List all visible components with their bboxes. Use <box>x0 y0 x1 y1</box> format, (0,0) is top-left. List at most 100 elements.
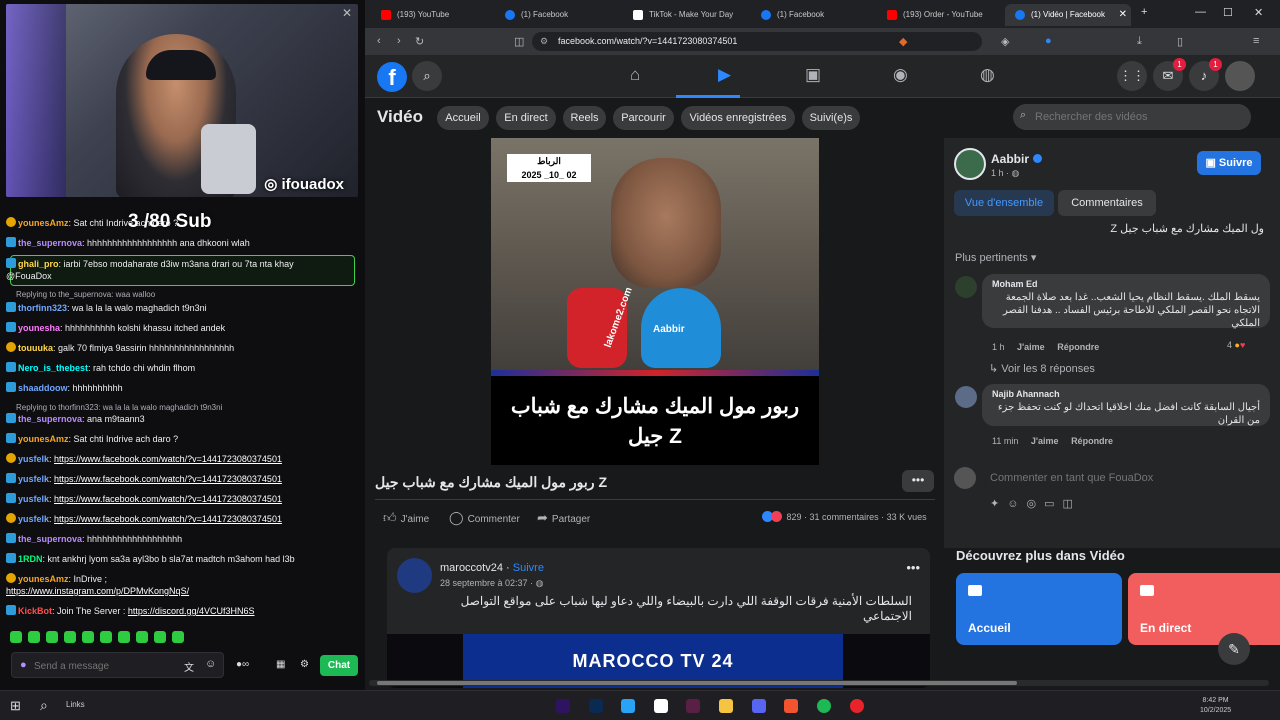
maximize-icon[interactable]: ☐ <box>1223 6 1233 19</box>
chat-username[interactable]: the_supernova <box>18 534 82 544</box>
chat-username[interactable]: younesAmz <box>18 218 69 228</box>
tab-comments[interactable]: Commentaires <box>1058 190 1156 216</box>
menu-icon[interactable]: ≡ <box>1253 35 1259 47</box>
pill-reels[interactable]: Reels <box>563 106 606 130</box>
emote-icon[interactable] <box>28 631 40 643</box>
sticker-icon[interactable]: ◫ <box>1062 498 1080 510</box>
sort-comments-dropdown[interactable]: Plus pertinents ▾ <box>955 251 1036 264</box>
minimize-icon[interactable]: — <box>1195 6 1206 18</box>
reactions-icon[interactable] <box>762 511 784 522</box>
points-icon[interactable]: ●∞ <box>236 659 249 670</box>
tab-facebook-2[interactable]: (1) Facebook <box>751 4 875 26</box>
tab-youtube[interactable]: (193) YouTube <box>371 4 491 26</box>
chat-link[interactable]: https://www.instagram.com/p/DPMvKongNqS/ <box>6 586 189 596</box>
chat-username[interactable]: yusfelk <box>18 494 49 504</box>
chat-username[interactable]: KickBot <box>18 606 52 616</box>
video-icon[interactable]: ▶ <box>718 65 731 85</box>
menu-grid-icon[interactable]: ⋮⋮ <box>1117 61 1147 91</box>
share-button[interactable]: ➦ Partager <box>537 510 590 526</box>
windows-start-icon[interactable]: ⊞ <box>10 698 21 714</box>
store-icon[interactable]: ▦ <box>276 659 285 670</box>
chat-username[interactable]: younesAmz <box>18 574 69 584</box>
comment-tools[interactable]: ✦☺◎▭◫ <box>990 497 1081 510</box>
pill-accueil[interactable]: Accueil <box>437 106 489 130</box>
like-button[interactable]: 👍︎ J'aime <box>383 510 429 526</box>
forward-icon[interactable]: › <box>397 35 401 47</box>
discord-icon[interactable] <box>752 699 766 713</box>
emoji-icon[interactable]: ☺ <box>205 658 216 670</box>
emote-icon[interactable] <box>64 631 76 643</box>
back-icon[interactable]: ‹ <box>377 35 381 47</box>
folder-icon[interactable] <box>719 699 733 713</box>
post-time[interactable]: 1 h · ◍ <box>991 168 1019 179</box>
emote-icon[interactable] <box>118 631 130 643</box>
post-date[interactable]: 28 septembre à 02:37 · ◍ <box>440 578 543 589</box>
chat-input[interactable] <box>34 657 184 675</box>
tab-youtube-order[interactable]: (193) Order - YouTube <box>877 4 1001 26</box>
video-search-input[interactable] <box>1035 108 1235 126</box>
camera-icon[interactable]: ◎ <box>1026 498 1044 510</box>
author-name[interactable]: Aabbir <box>991 152 1043 166</box>
tab-tiktok[interactable]: TikTok - Make Your Day <box>623 4 747 26</box>
pill-suivis[interactable]: Suivi(e)s <box>802 106 860 130</box>
gif-icon[interactable]: ▭ <box>1044 498 1062 510</box>
post-options-icon[interactable]: ••• <box>906 560 920 575</box>
chat-username[interactable]: younesAmz <box>18 434 69 444</box>
close-tab-icon[interactable]: ✕ <box>1119 4 1127 26</box>
chat-username[interactable]: the_supernova <box>18 238 82 248</box>
chat-mention[interactable]: @FouaDox <box>6 271 52 281</box>
emote-icon[interactable] <box>82 631 94 643</box>
extension-icon[interactable]: ◈ <box>1001 35 1009 48</box>
brave-shield-icon[interactable]: ◆ <box>899 35 907 48</box>
comment-button[interactable]: ◯ Commenter <box>449 510 520 526</box>
comment-reply-link[interactable]: Répondre <box>1071 436 1113 446</box>
marketplace-icon[interactable]: ▣ <box>805 65 821 85</box>
reload-icon[interactable]: ↻ <box>415 35 424 48</box>
chat-input-box[interactable]: ● 文 ☺ <box>11 652 224 678</box>
emote-icon[interactable] <box>172 631 184 643</box>
chat-username[interactable]: shaaddoow <box>18 383 68 393</box>
discover-card-accueil[interactable]: Accueil <box>956 573 1122 645</box>
settings-icon[interactable]: ⚙ <box>300 659 309 670</box>
chat-username[interactable]: 1RDN <box>18 554 43 564</box>
pill-en-direct[interactable]: En direct <box>496 106 556 130</box>
gaming-icon[interactable]: ◍ <box>980 65 995 85</box>
home-icon[interactable]: ⌂ <box>630 65 640 85</box>
brave-icon[interactable] <box>784 699 798 713</box>
search-icon[interactable]: ⌕ <box>412 61 442 91</box>
emote-icon[interactable] <box>46 631 58 643</box>
commenter-name[interactable]: Najib Ahannach <box>992 389 1260 399</box>
url-field[interactable]: ⚙ facebook.com/watch/?v=1441723080374501 <box>532 32 982 51</box>
new-tab-icon[interactable]: + <box>1141 6 1147 18</box>
commenter-avatar[interactable] <box>955 386 977 408</box>
avatar[interactable] <box>954 467 976 489</box>
comment-like-link[interactable]: J'aime <box>1017 342 1045 352</box>
sidebar-icon[interactable]: ▯ <box>1177 35 1183 48</box>
close-icon[interactable]: ✕ <box>342 6 352 20</box>
video-frame[interactable]: الرباط 2025 _10_ 02 lakome2.com Aabbir رب… <box>491 138 819 465</box>
search-icon[interactable]: ⌕ <box>40 697 48 714</box>
avatar[interactable] <box>1225 61 1255 91</box>
app-icon[interactable] <box>621 699 635 713</box>
chat-username[interactable]: younesha <box>18 323 60 333</box>
author-avatar[interactable] <box>954 148 986 180</box>
chat-username[interactable]: touuuka <box>18 343 53 353</box>
download-icon[interactable]: ⤓ <box>1137 35 1142 48</box>
comment-reactions[interactable]: 4 ●♥ <box>1227 340 1245 350</box>
comment-input[interactable] <box>982 465 1252 491</box>
tab-facebook-video[interactable]: (1) Vidéo | Facebook ✕ <box>1005 4 1131 26</box>
groups-icon[interactable]: ◉ <box>893 65 908 85</box>
site-info-icon[interactable]: ⚙ <box>540 32 548 51</box>
page-name[interactable]: maroccotv24 · Suivre <box>440 562 544 574</box>
tab-overview[interactable]: Vue d'ensemble <box>954 190 1054 216</box>
video-player[interactable]: الرباط 2025 _10_ 02 lakome2.com Aabbir رب… <box>365 138 944 465</box>
see-replies-link[interactable]: ↳ Voir les 8 réponses <box>989 362 1095 375</box>
chat-username[interactable]: thorfinn323 <box>18 303 67 313</box>
taskbar-clock[interactable]: 8:42 PM 10/2/2025 <box>1200 696 1231 716</box>
mic-icon[interactable]: ● <box>20 659 27 671</box>
after-effects-icon[interactable] <box>686 699 700 713</box>
premiere-icon[interactable] <box>556 699 570 713</box>
close-window-icon[interactable]: ✕ <box>1254 6 1263 19</box>
photoshop-icon[interactable] <box>589 699 603 713</box>
chat-link[interactable]: https://www.facebook.com/watch/?v=144172… <box>54 454 282 464</box>
